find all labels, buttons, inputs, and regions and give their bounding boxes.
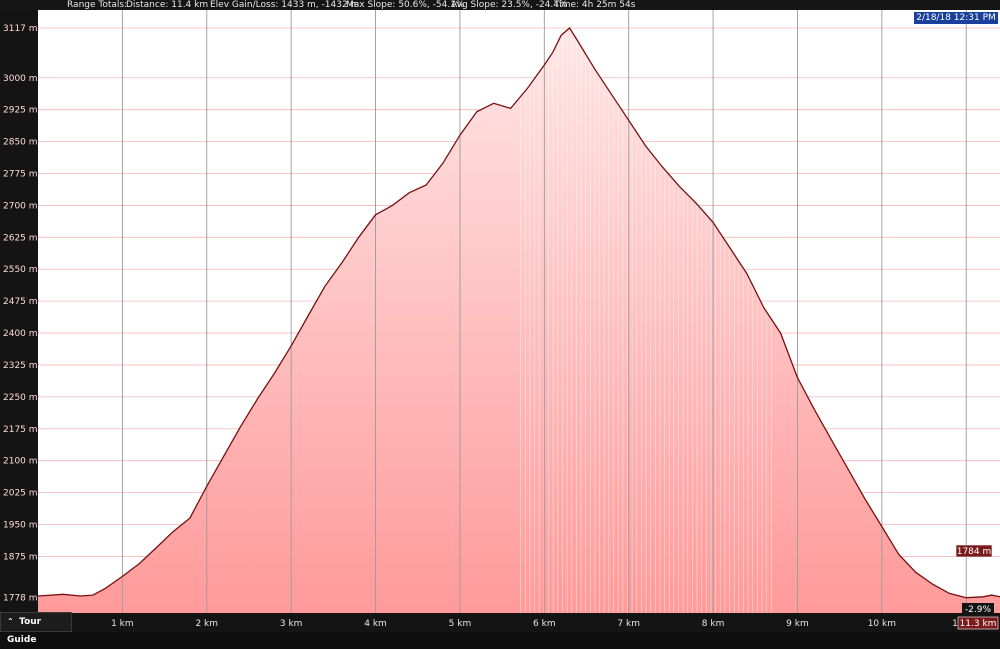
x-axis-background: [0, 613, 1000, 632]
tour-guide-button[interactable]: ⌃ Tour Guide: [0, 612, 72, 645]
y-tick-label: 2550 m: [3, 265, 38, 275]
x-tick-label: 7 km: [617, 619, 640, 629]
x-tick-label: 9 km: [786, 619, 809, 629]
y-tick-label: 2250 m: [3, 393, 38, 403]
date-time-badge: 2/18/18 12:31 PM: [914, 12, 998, 24]
double-chevron-up-icon: ⌃: [7, 617, 14, 626]
y-tick-label: 3117 m: [3, 24, 38, 34]
x-tick-label: 5 km: [449, 619, 472, 629]
avg-slope-stat: Avg Slope: 23.5%, -24.4%: [451, 0, 568, 10]
x-tick-label: 8 km: [702, 619, 725, 629]
y-tick-label: 2325 m: [3, 361, 38, 371]
time-stat: Time: 4h 25m 54s: [554, 0, 636, 10]
y-tick-label: 2700 m: [3, 201, 38, 211]
y-tick-label: 2775 m: [3, 170, 38, 180]
distance-stat: Distance: 11.4 km: [126, 0, 209, 10]
max-slope-stat: Max Slope: 50.6%, -54.1%: [346, 0, 465, 10]
distance-readout-label: 11.3 km: [960, 619, 997, 629]
y-tick-label: 2850 m: [3, 138, 38, 148]
y-tick-label: 2400 m: [3, 329, 38, 339]
range-totals-label: Range Totals:: [67, 0, 128, 10]
x-tick-label: 1 km: [111, 619, 134, 629]
y-tick-label: 2100 m: [3, 457, 38, 467]
y-tick-label: 1778 m: [3, 594, 38, 604]
y-tick-label: 2925 m: [3, 106, 38, 116]
range-totals-bar: Range Totals: Distance: 11.4 km Elev Gai…: [0, 0, 1000, 10]
x-tick-label: 4 km: [364, 619, 387, 629]
distance-readout: 11.3 km: [957, 616, 999, 630]
x-tick-label: 2 km: [195, 619, 218, 629]
elevation-readout: 1784 m: [955, 544, 993, 558]
y-tick-label: 2025 m: [3, 489, 38, 499]
y-tick-label: 3000 m: [3, 74, 38, 84]
y-tick-label: 1950 m: [3, 521, 38, 531]
y-tick-label: 1875 m: [3, 552, 38, 562]
y-tick-label: 2625 m: [3, 233, 38, 243]
x-tick-label: 10 km: [868, 619, 896, 629]
slope-readout-label: -2.9%: [965, 605, 992, 615]
y-tick-label: 2175 m: [3, 425, 38, 435]
x-tick-label: 3 km: [280, 619, 303, 629]
elevation-profile-chart[interactable]: 1778 m 1875 m 1950 m 2025 m 2100 m 2175 m 2250…: [0, 0, 1000, 632]
elevation-readout-label: 1784 m: [957, 547, 992, 557]
y-tick-label: 2475 m: [3, 297, 38, 307]
slope-readout: -2.9%: [962, 603, 994, 615]
elev-gain-loss-stat: Elev Gain/Loss: 1433 m, -1432 m: [210, 0, 360, 10]
x-tick-label: 6 km: [533, 619, 556, 629]
